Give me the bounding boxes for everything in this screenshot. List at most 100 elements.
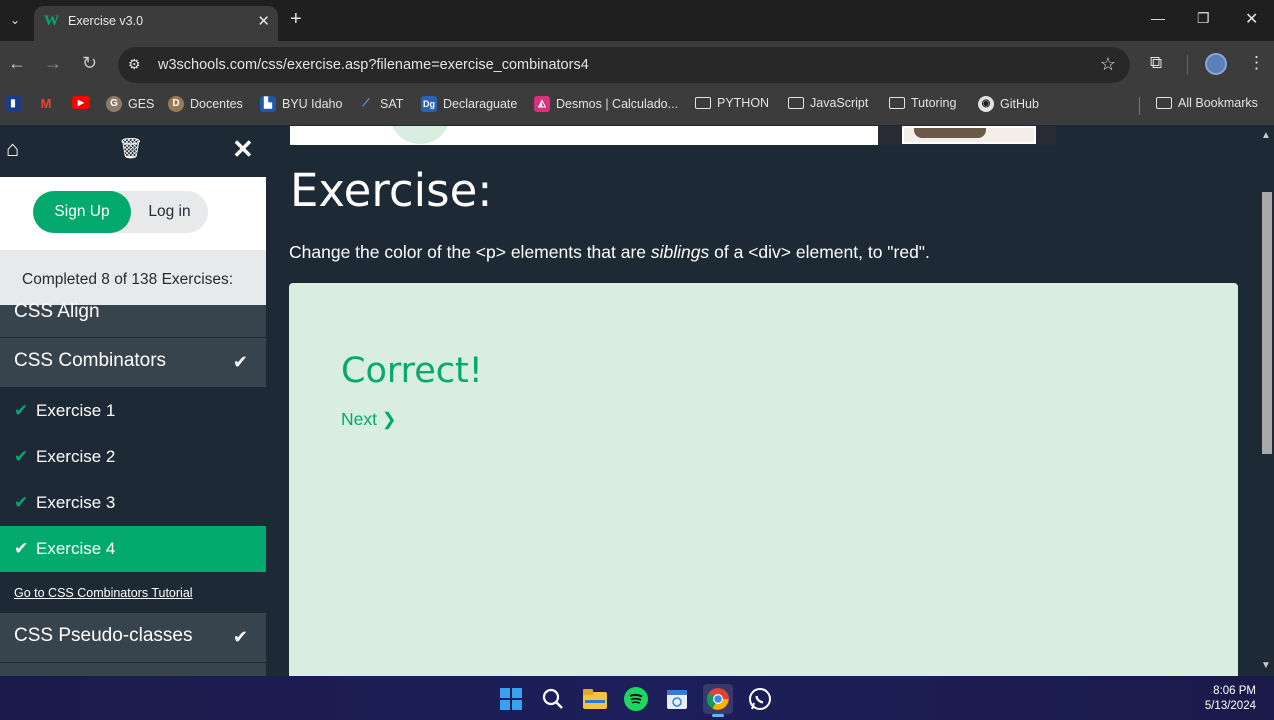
trash-icon[interactable]: 🗑 (118, 136, 143, 161)
profile-avatar[interactable] (1205, 53, 1227, 75)
exercise-label: Exercise 3 (36, 493, 116, 512)
start-icon[interactable] (496, 684, 526, 714)
bookmark-folder-python[interactable]: PYTHON (695, 96, 769, 110)
signup-button[interactable]: Sign Up (33, 191, 131, 233)
bookmark-app[interactable]: ▮ (5, 96, 21, 112)
instruction-text: of a <div> element, to "red". (709, 242, 930, 262)
youtube-icon: ▶ (72, 96, 90, 109)
exercise-item-4-active[interactable]: ✔ Exercise 4 (0, 526, 266, 572)
toolbar-divider (1187, 55, 1188, 75)
exercise-main: Exercise: Change the color of the <p> el… (266, 126, 1256, 676)
checkmark-icon: ✔ (232, 627, 248, 647)
browser-tabstrip: ⌄ W Exercise v3.0 ✕ + — ❐ ✕ (0, 0, 1274, 41)
forward-icon[interactable]: → (44, 53, 62, 73)
home-icon[interactable]: ⌂ (6, 136, 19, 162)
browser-tab[interactable]: W Exercise v3.0 ✕ (34, 6, 278, 41)
auth-toggle: Sign Up Log in (33, 191, 208, 233)
all-bookmarks-folder[interactable]: All Bookmarks (1156, 96, 1258, 110)
bookmark-label: Desmos | Calculado... (556, 97, 679, 111)
category-css-align[interactable]: CSS Align (0, 301, 266, 338)
minimize-icon[interactable]: — (1151, 10, 1165, 26)
exercise-item-1[interactable]: ✔ Exercise 1 (0, 388, 266, 434)
new-tab-icon[interactable]: + (290, 9, 302, 29)
system-clock[interactable]: 8:06 PM 5/13/2024 (1205, 684, 1256, 714)
bookmark-github[interactable]: ◉ GitHub (978, 96, 1039, 112)
clock-time: 8:06 PM (1213, 685, 1256, 697)
byu-icon: ▙ (260, 96, 276, 112)
page-scrollbar[interactable]: ▲ ▼ (1259, 126, 1274, 676)
spotify-icon[interactable] (621, 684, 651, 714)
tab-search-icon[interactable]: ⌄ (4, 8, 26, 32)
bookmark-folder-javascript[interactable]: JavaScript (788, 96, 868, 110)
bookmark-label: GitHub (1000, 97, 1039, 111)
sat-icon: ⟋ (358, 96, 374, 112)
category-label: CSS Combinators (14, 350, 167, 371)
exercise-item-3[interactable]: ✔ Exercise 3 (0, 480, 266, 526)
bookmark-desmos[interactable]: ◭ Desmos | Calculado... (534, 96, 678, 112)
ges-icon: G (106, 96, 122, 112)
folder-icon (889, 97, 905, 109)
bookmark-label: Declaraguate (443, 97, 518, 111)
w3schools-favicon-icon: W (44, 13, 59, 29)
extensions-icon[interactable]: ⧉ (1150, 53, 1162, 73)
progress-text: Completed 8 of 138 Exercises: (22, 271, 234, 288)
url-text[interactable]: w3schools.com/css/exercise.asp?filename=… (158, 57, 589, 73)
bookmark-sat[interactable]: ⟋ SAT (358, 96, 403, 112)
exercise-item-2[interactable]: ✔ Exercise 2 (0, 434, 266, 480)
progress-panel: Completed 8 of 138 Exercises: (0, 250, 266, 305)
exercise-sidebar: ⌂ 🗑 ✕ Sign Up Log in Completed 8 of 138 … (0, 126, 266, 676)
menu-icon[interactable]: ⋮ (1248, 53, 1265, 73)
bookmark-folder-tutoring[interactable]: Tutoring (889, 96, 956, 110)
folder-icon (1156, 97, 1172, 109)
scrollbar-thumb[interactable] (1262, 192, 1272, 454)
bookmark-declaraguate[interactable]: Dg Declaraguate (421, 96, 517, 112)
close-sidebar-icon[interactable]: ✕ (232, 134, 254, 165)
scroll-up-icon[interactable]: ▲ (1261, 130, 1271, 141)
result-message: Correct! (341, 351, 483, 391)
chrome-icon[interactable] (703, 684, 733, 717)
window-close-icon[interactable]: ✕ (1245, 9, 1258, 29)
restore-icon[interactable]: ❐ (1197, 10, 1210, 27)
exercise-label: Exercise 1 (36, 401, 116, 420)
bookmark-label: Docentes (190, 97, 243, 111)
gmail-icon: M (38, 96, 54, 112)
category-css-combinators[interactable]: CSS Combinators ✔ (0, 338, 266, 388)
bookmarks-bar: ▮ M ▶ G GES D Docentes ▙ BYU Idaho ⟋ SAT Dg D… (0, 89, 1274, 125)
site-info-icon[interactable]: ⚙ (128, 56, 141, 73)
next-link[interactable]: Next ❯ (341, 409, 397, 430)
screen: ⌄ W Exercise v3.0 ✕ + — ❐ ✕ ← → ↻ ⚙ w3sc… (0, 0, 1274, 720)
exercise-label: Exercise 2 (36, 447, 116, 466)
desmos-icon: ◭ (534, 96, 550, 112)
github-icon: ◉ (978, 96, 994, 112)
docentes-icon: D (168, 96, 184, 112)
back-icon[interactable]: ← (8, 53, 26, 73)
bookmark-star-icon[interactable]: ☆ (1100, 54, 1116, 75)
tab-close-icon[interactable]: ✕ (257, 12, 270, 30)
address-bar[interactable]: ⚙ w3schools.com/css/exercise.asp?filenam… (118, 47, 1130, 83)
scroll-down-icon[interactable]: ▼ (1261, 660, 1271, 671)
calendar-app-icon[interactable] (662, 684, 692, 714)
exercise-menu: CSS Align CSS Combinators ✔ ✔ Exercise 1 ✔… (0, 301, 266, 676)
bookmark-byu[interactable]: ▙ BYU Idaho (260, 96, 342, 112)
result-panel: Correct! Next ❯ (289, 283, 1238, 676)
bookmark-ges[interactable]: G GES (106, 96, 154, 112)
checkmark-icon: ✔ (14, 401, 29, 420)
checkmark-icon: ✔ (14, 493, 29, 512)
category-next[interactable] (0, 663, 266, 676)
file-explorer-icon[interactable] (580, 684, 610, 714)
search-icon[interactable] (538, 684, 568, 714)
whatsapp-icon[interactable] (745, 684, 775, 714)
tutorial-link[interactable]: Go to CSS Combinators Tutorial (14, 586, 193, 600)
auth-panel: Sign Up Log in (0, 177, 266, 250)
instruction-text: Change the color of the <p> elements tha… (289, 242, 651, 262)
bookmark-docentes[interactable]: D Docentes (168, 96, 243, 112)
reload-icon[interactable]: ↻ (82, 53, 97, 73)
login-button[interactable]: Log in (131, 191, 208, 233)
checkmark-icon: ✔ (14, 539, 29, 558)
bookmark-gmail[interactable]: M (38, 96, 54, 112)
bookmark-youtube[interactable]: ▶ (72, 96, 90, 109)
category-css-pseudo-classes[interactable]: CSS Pseudo-classes ✔ (0, 613, 266, 663)
banner-image (902, 126, 1036, 144)
browser-toolbar: ← → ↻ ⚙ w3schools.com/css/exercise.asp?f… (0, 41, 1274, 89)
sidebar-toolbar: ⌂ 🗑 ✕ (0, 126, 266, 177)
